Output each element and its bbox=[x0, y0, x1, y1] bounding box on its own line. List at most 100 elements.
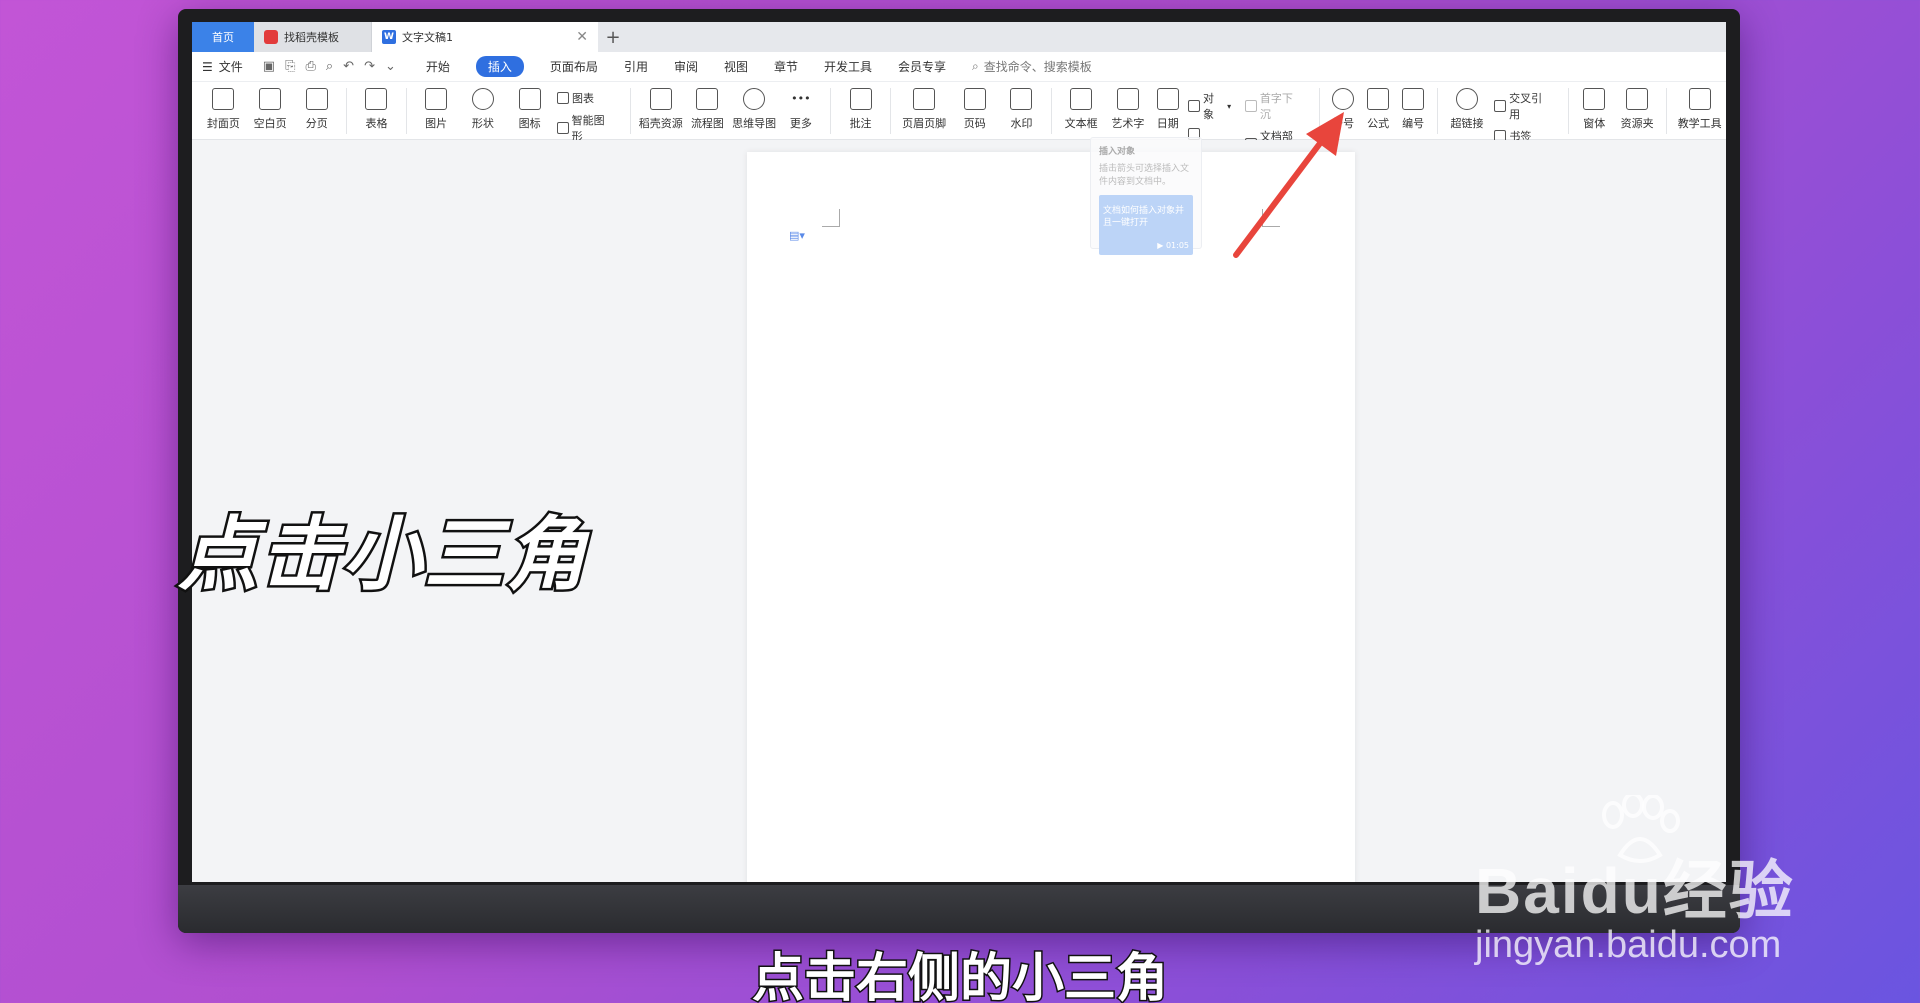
text-box-button[interactable]: 文本框 bbox=[1058, 88, 1105, 131]
insert-ribbon: 封面页 空白页 分页 表格 图片 形状 图标 图表 智能图形 稻壳资源 流程图 … bbox=[192, 82, 1726, 159]
tab-templates[interactable]: 找稻壳模板 bbox=[254, 22, 372, 52]
menu-item-member[interactable]: 会员专享 bbox=[898, 58, 946, 75]
menu-item-section[interactable]: 章节 bbox=[774, 58, 798, 75]
tooltip-title: 插入对象 bbox=[1099, 147, 1136, 157]
teaching-tools-label: 教学工具 bbox=[1677, 117, 1722, 130]
window-button[interactable]: 窗体 bbox=[1575, 88, 1614, 131]
preview-icon[interactable]: ⌕ bbox=[326, 59, 333, 74]
menu-item-insert[interactable]: 插入 bbox=[475, 56, 524, 77]
object-tooltip: 插入对象 插击箭头可选择插入文件内容到文档中。 文档如何插入对象并且一键打开 ▶… bbox=[1090, 137, 1202, 255]
page-number-icon bbox=[963, 88, 986, 110]
flowchart-icon bbox=[696, 88, 719, 110]
red-arrow-annotation bbox=[1233, 112, 1344, 258]
page-number-button[interactable]: 页码 bbox=[951, 88, 998, 131]
add-tab-button[interactable]: + bbox=[598, 22, 628, 52]
tooltip-video-title: 文档如何插入对象并且一键打开 bbox=[1103, 206, 1185, 228]
icon-label: 图标 bbox=[518, 117, 541, 130]
word-art-label: 艺术字 bbox=[1111, 117, 1145, 130]
tooltip-video-time: ▶ 01:05 bbox=[1157, 241, 1189, 250]
flowchart-label: 流程图 bbox=[690, 117, 724, 130]
icon-button[interactable]: 图标 bbox=[506, 88, 553, 131]
paragraph-layout-icon[interactable]: ▤▾ bbox=[789, 229, 805, 242]
flowchart-button[interactable]: 流程图 bbox=[684, 88, 731, 131]
docer-resources-button[interactable]: 稻壳资源 bbox=[637, 88, 684, 131]
table-button[interactable]: 表格 bbox=[353, 88, 400, 131]
blank-page-button[interactable]: 空白页 bbox=[247, 88, 294, 131]
object-label: 对象 bbox=[1202, 92, 1214, 121]
hyperlink-label: 超链接 bbox=[1450, 117, 1484, 130]
add-tab-icon: + bbox=[605, 26, 621, 48]
resource-folder-button[interactable]: 资源夹 bbox=[1614, 88, 1661, 131]
blank-page-label: 空白页 bbox=[253, 117, 287, 130]
tab-home-label: 首页 bbox=[212, 31, 234, 44]
close-tab-icon[interactable]: ✕ bbox=[576, 29, 588, 45]
menu-item-references[interactable]: 引用 bbox=[624, 58, 648, 75]
window-label: 窗体 bbox=[1583, 117, 1606, 130]
comment-button[interactable]: 批注 bbox=[837, 88, 884, 131]
chart-button[interactable]: 图表 bbox=[556, 90, 614, 106]
shape-button[interactable]: 形状 bbox=[460, 88, 507, 131]
icon-library-icon bbox=[518, 88, 541, 110]
quick-access-toolbar: ▣ ⎘ ⎙ ⌕ ↶ ↷ ⌄ bbox=[263, 59, 396, 74]
more-button[interactable]: ••• 更多 bbox=[778, 88, 825, 131]
ribbon-divider bbox=[1436, 88, 1438, 134]
mind-map-button[interactable]: 思维导图 bbox=[731, 88, 778, 131]
object-dropdown-triangle-icon[interactable]: ▾ bbox=[1227, 102, 1231, 111]
command-search[interactable]: ⌕ 查找命令、搜索模板 bbox=[972, 58, 1092, 75]
star-folder-icon bbox=[1626, 88, 1649, 110]
watermark-icon bbox=[1010, 88, 1033, 110]
menu-item-start[interactable]: 开始 bbox=[426, 58, 450, 75]
tab-templates-label: 找稻壳模板 bbox=[284, 31, 339, 44]
cross-reference-button[interactable]: 交叉引用 bbox=[1494, 90, 1551, 122]
formula-icon bbox=[1367, 88, 1390, 110]
menu-item-review[interactable]: 审阅 bbox=[674, 58, 698, 75]
teaching-tools-button[interactable]: 教学工具 bbox=[1673, 88, 1726, 131]
mind-map-label: 思维导图 bbox=[732, 117, 777, 130]
picture-button[interactable]: 图片 bbox=[413, 88, 460, 131]
undo-icon[interactable]: ↶ bbox=[343, 59, 354, 74]
ribbon-divider bbox=[630, 88, 632, 134]
word-doc-icon: W bbox=[382, 30, 396, 44]
overlay-title: 点击小三角 bbox=[176, 506, 589, 604]
teaching-tools-icon bbox=[1688, 88, 1711, 110]
resource-folder-label: 资源夹 bbox=[1620, 117, 1654, 130]
tooltip-video-card[interactable]: 文档如何插入对象并且一键打开 ▶ 01:05 bbox=[1099, 195, 1193, 255]
print-icon[interactable]: ⎙ bbox=[305, 59, 315, 74]
save-icon[interactable]: ▣ bbox=[263, 59, 275, 74]
date-label: 日期 bbox=[1156, 117, 1179, 130]
tab-document[interactable]: W 文字文稿1 ✕ bbox=[372, 22, 598, 52]
table-icon bbox=[365, 88, 388, 110]
numbering-button[interactable]: 编号 bbox=[1396, 88, 1431, 131]
cross-reference-icon bbox=[1494, 100, 1507, 112]
page-break-button[interactable]: 分页 bbox=[293, 88, 340, 131]
picture-icon bbox=[425, 88, 448, 110]
watermark-label: 水印 bbox=[1010, 117, 1033, 130]
menu-item-page-layout[interactable]: 页面布局 bbox=[550, 58, 598, 75]
more-icon: ••• bbox=[791, 92, 811, 105]
watermark-button[interactable]: 水印 bbox=[998, 88, 1045, 131]
menu-bar: ☰ 文件 ▣ ⎘ ⎙ ⌕ ↶ ↷ ⌄ 开始 插入 页面布局 引用 审阅 视图 章… bbox=[192, 52, 1726, 82]
customize-icon[interactable]: ⌄ bbox=[385, 59, 396, 74]
export-icon[interactable]: ⎘ bbox=[285, 59, 295, 74]
watermark-brand: Baidu经验 bbox=[1475, 855, 1795, 927]
formula-button[interactable]: 公式 bbox=[1361, 88, 1396, 131]
more-label: 更多 bbox=[789, 117, 812, 130]
docer-logo-icon bbox=[264, 30, 278, 44]
reference-group: 交叉引用 书签 bbox=[1494, 90, 1551, 144]
ribbon-divider bbox=[830, 88, 832, 134]
tab-home[interactable]: 首页 bbox=[192, 22, 254, 52]
menu-item-view[interactable]: 视图 bbox=[724, 58, 748, 75]
file-menu[interactable]: ☰ 文件 bbox=[202, 58, 243, 75]
docer-resources-icon bbox=[649, 88, 672, 110]
menu-item-developer[interactable]: 开发工具 bbox=[824, 58, 872, 75]
word-art-button[interactable]: 艺术字 bbox=[1105, 88, 1152, 131]
header-footer-icon bbox=[913, 88, 936, 110]
hyperlink-button[interactable]: 超链接 bbox=[1444, 88, 1491, 131]
docer-resources-label: 稻壳资源 bbox=[638, 117, 683, 130]
comment-icon bbox=[849, 88, 872, 110]
date-button[interactable]: 日期 bbox=[1151, 88, 1184, 131]
header-footer-button[interactable]: 页眉页脚 bbox=[897, 88, 952, 131]
redo-icon[interactable]: ↷ bbox=[364, 59, 375, 74]
cover-page-button[interactable]: 封面页 bbox=[200, 88, 247, 131]
screen: 首页 找稻壳模板 W 文字文稿1 ✕ + ☰ 文件 ▣ ⎘ ⎙ ⌕ ↶ ↷ ⌄ bbox=[192, 22, 1726, 882]
